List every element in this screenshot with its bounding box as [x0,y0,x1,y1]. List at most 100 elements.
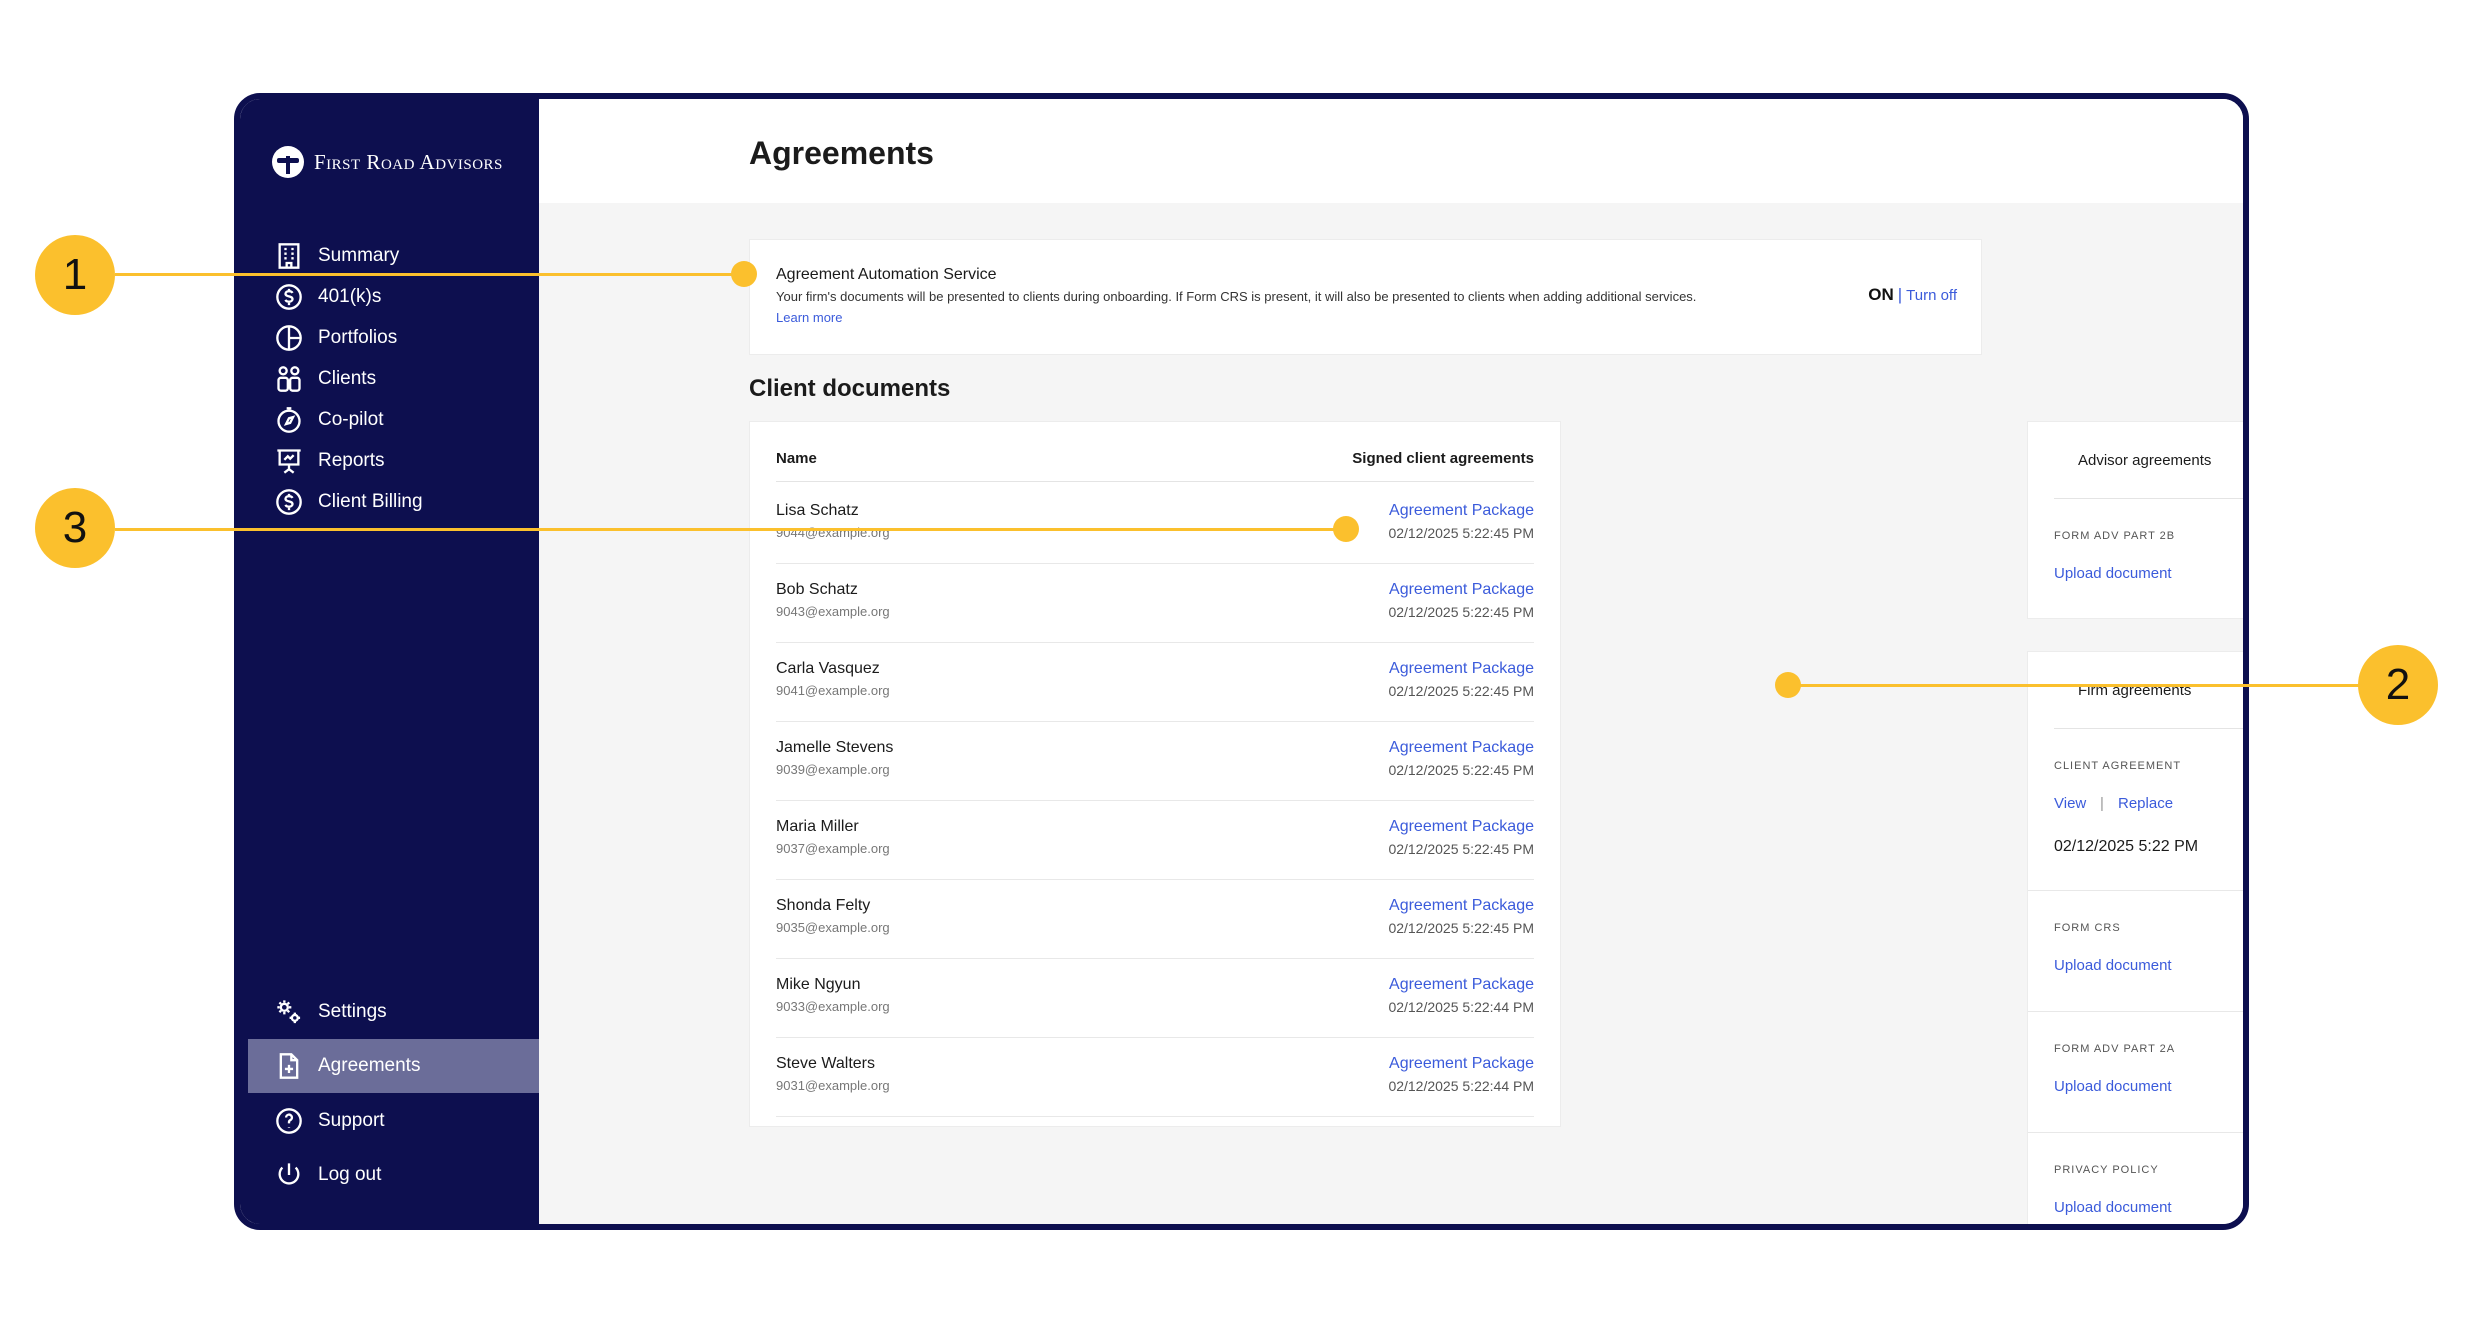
agreement-package-link[interactable]: Agreement Package [1389,581,1534,599]
logo-icon [272,146,304,178]
sidebar-item-settings[interactable]: Settings [240,985,539,1039]
sidebar-item-label: Summary [318,245,400,266]
callout-3: 3 [35,488,115,568]
client-name: Bob Schatz [776,581,858,598]
replace-client-agreement-link[interactable]: Replace [2118,795,2173,812]
brand-logo[interactable]: First Road Advisors [272,145,503,179]
table-row: Maria Miller 9037@example.org Agreement Pa… [776,800,1534,880]
table-header: Name Signed client agreements [776,450,1534,482]
sidebar-item-agreements[interactable]: Agreements [248,1039,539,1093]
client-name: Shonda Felty [776,897,871,914]
client-agreement-date: 02/12/2025 5:22 PM [2054,838,2199,855]
question-circle-icon [274,1106,304,1136]
form-crs-label: FORM CRS [2054,922,2121,934]
pie-chart-icon [274,323,304,353]
agreement-package-link[interactable]: Agreement Package [1389,976,1534,994]
sidebar-item-label: Client Billing [318,491,423,512]
client-email: 9031@example.org [776,1078,890,1093]
form-adv-2a-label: FORM ADV PART 2A [2054,1043,2176,1055]
signed-date: 02/12/2025 5:22:45 PM [1388,762,1534,778]
column-header-signed: Signed client agreements [1352,450,1534,467]
client-name: Carla Vasquez [776,660,880,677]
callout-line [1788,684,2388,687]
signed-date: 02/12/2025 5:22:45 PM [1388,920,1534,936]
sidebar-item-label: Clients [318,368,377,389]
signed-date: 02/12/2025 5:22:44 PM [1388,999,1534,1015]
signed-date: 02/12/2025 5:22:45 PM [1388,525,1534,541]
agreement-package-link[interactable]: Agreement Package [1389,502,1534,520]
brand-name: First Road Advisors [314,149,503,174]
advisor-agreements-card: Advisor agreements FORM ADV PART 2B Uplo… [2027,421,2243,619]
client-name: Mike Ngyun [776,976,861,993]
compass-icon [274,405,304,435]
building-icon [274,241,304,271]
learn-more-link[interactable]: Learn more [776,310,842,325]
client-name: Jamelle Stevens [776,739,894,756]
upload-form-crs-button[interactable]: Upload document [2054,957,2172,974]
sidebar-item-label: 401(k)s [318,286,382,307]
client-name: Maria Miller [776,818,859,835]
upload-adv-2a-button[interactable]: Upload document [2054,1078,2172,1095]
page-title: Agreements [749,135,934,171]
agreement-package-link[interactable]: Agreement Package [1389,897,1534,915]
form-adv-2b-label: FORM ADV PART 2B [2054,530,2176,542]
callout-2: 2 [2358,645,2438,725]
agreement-package-link[interactable]: Agreement Package [1389,660,1534,678]
table-row: Jamelle Stevens 9039@example.org Agreement… [776,721,1534,801]
sidebar-item-label: Reports [318,450,385,471]
main-content: Agreements Agreement Automation Service … [539,99,2243,1224]
client-email: 9037@example.org [776,841,890,856]
sidebar-item-logout[interactable]: Log out [240,1148,539,1202]
document-plus-icon [274,1051,304,1081]
app-window: First Road Advisors Summary 401(k)s Port… [234,93,2249,1230]
agreement-package-link[interactable]: Agreement Package [1389,818,1534,836]
client-email: 9035@example.org [776,920,890,935]
signed-date: 02/12/2025 5:22:45 PM [1388,604,1534,620]
client-email: 9033@example.org [776,999,890,1014]
callout-line [115,273,743,276]
table-row: Bob Schatz 9043@example.org Agreement Pack… [776,563,1534,643]
sidebar-item-label: Log out [318,1164,382,1185]
dollar-circle-icon [274,282,304,312]
gears-icon [274,997,304,1027]
table-row: Lisa Schatz 9044@example.org Agreement Pac… [776,484,1534,564]
signed-date: 02/12/2025 5:22:44 PM [1388,1078,1534,1094]
client-email: 9041@example.org [776,683,890,698]
privacy-policy-label: PRIVACY POLICY [2054,1164,2159,1176]
automation-status: ON | Turn off [1868,285,1957,305]
automation-card: Agreement Automation Service Your firm's… [749,239,1982,355]
callout-line [115,528,1345,531]
column-header-name: Name [776,450,817,467]
sidebar-item-support[interactable]: Support [240,1094,539,1148]
client-agreement-label: CLIENT AGREEMENT [2054,760,2182,772]
sidebar: First Road Advisors Summary 401(k)s Port… [240,99,539,1224]
status-separator: | [1897,285,1903,304]
agreement-package-link[interactable]: Agreement Package [1389,739,1534,757]
upload-privacy-policy-button[interactable]: Upload document [2054,1199,2172,1216]
client-email: 9039@example.org [776,762,890,777]
presentation-icon [274,446,304,476]
table-row: Carla Vasquez 9041@example.org Agreement P… [776,642,1534,722]
advisor-agreements-title: Advisor agreements [2078,452,2212,469]
sidebar-item-label: Settings [318,1001,387,1022]
signed-date: 02/12/2025 5:22:45 PM [1388,683,1534,699]
agreement-package-link[interactable]: Agreement Package [1389,1055,1534,1073]
sidebar-item-label: Agreements [318,1055,421,1076]
status-on-label: ON [1868,285,1894,304]
upload-adv-2b-button[interactable]: Upload document [2054,565,2172,582]
turn-off-link[interactable]: Turn off [1906,287,1957,304]
sidebar-item-label: Portfolios [318,327,398,348]
top-bar: Agreements [539,99,2243,203]
sidebar-item-label: Co-pilot [318,409,384,430]
power-icon [274,1160,304,1190]
divider [2028,1011,2243,1012]
sidebar-item-client-billing[interactable]: Client Billing [240,475,539,529]
divider [2028,890,2243,891]
automation-title: Agreement Automation Service [776,266,997,283]
view-client-agreement-link[interactable]: View [2054,795,2086,812]
table-row: Steve Walters 9031@example.org Agreement P… [776,1037,1534,1117]
client-email: 9043@example.org [776,604,890,619]
table-row: Shonda Felty 9035@example.org Agreement Pa… [776,879,1534,959]
automation-description: Your firm's documents will be presented … [776,289,1697,304]
callout-dot [731,261,757,287]
